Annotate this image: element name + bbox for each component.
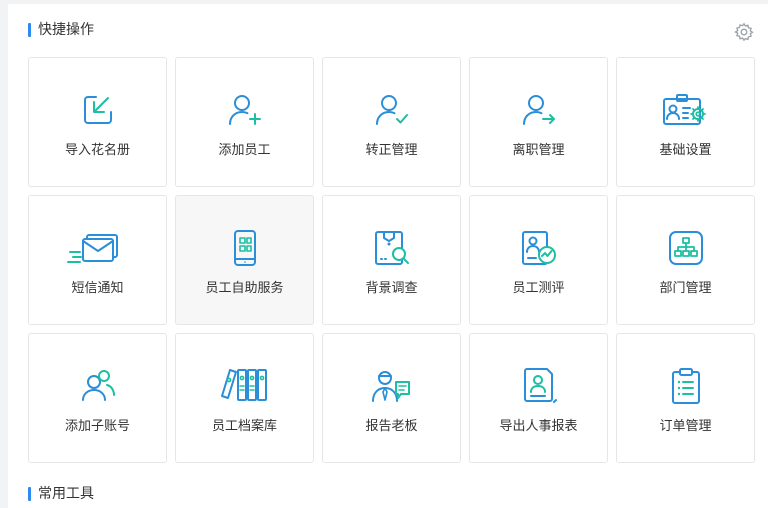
heading-accent-bar: [28, 487, 31, 501]
tile-background-check[interactable]: 背景调查: [322, 195, 461, 325]
import-icon: [78, 90, 118, 130]
tile-order-management[interactable]: 订单管理: [616, 333, 755, 463]
tile-probation-management[interactable]: 转正管理: [322, 57, 461, 187]
tile-basic-settings[interactable]: 基础设置: [616, 57, 755, 187]
tile-import-roster[interactable]: 导入花名册: [28, 57, 167, 187]
tile-label: 导出人事报表: [499, 419, 578, 434]
common-tools-title: 常用工具: [38, 486, 94, 502]
tile-add-sub-account[interactable]: 添加子账号: [28, 333, 167, 463]
sub-account-icon: [78, 366, 118, 406]
tile-label: 基础设置: [659, 143, 712, 158]
tile-report-to-boss[interactable]: 报告老板: [322, 333, 461, 463]
report-boss-icon: [371, 366, 412, 406]
tile-export-hr-report[interactable]: 导出人事报表: [469, 333, 608, 463]
file-search-icon: [372, 228, 412, 268]
tile-label: 离职管理: [512, 143, 565, 158]
org-chart-icon: [666, 228, 706, 268]
tile-employee-evaluation[interactable]: 员工测评: [469, 195, 608, 325]
user-leave-icon: [519, 90, 559, 130]
tile-label: 添加员工: [218, 143, 271, 158]
tile-label: 导入花名册: [64, 143, 130, 158]
quick-actions-grid: 导入花名册 添加员工 转正管理 离职管理 基础设置 短信通知 员工自助服务 背景…: [28, 57, 755, 463]
tile-label: 员工档案库: [211, 419, 277, 434]
tile-label: 员工测评: [512, 281, 565, 296]
user-check-icon: [372, 90, 412, 130]
binders-icon: [220, 366, 267, 406]
tile-label: 订单管理: [659, 419, 712, 434]
tile-employee-archive[interactable]: 员工档案库: [175, 333, 314, 463]
tile-label: 报告老板: [365, 419, 418, 434]
id-card-settings-icon: [662, 90, 706, 130]
quick-actions-title: 快捷操作: [38, 22, 94, 38]
tile-label: 员工自助服务: [205, 281, 284, 296]
export-report-icon: [519, 366, 559, 406]
tile-add-employee[interactable]: 添加员工: [175, 57, 314, 187]
quick-actions-heading: 快捷操作: [28, 22, 94, 38]
add-user-icon: [225, 90, 265, 130]
tile-label: 转正管理: [365, 143, 418, 158]
tile-sms-notification[interactable]: 短信通知: [28, 195, 167, 325]
tile-department-management[interactable]: 部门管理: [616, 195, 755, 325]
tile-label: 部门管理: [659, 281, 712, 296]
heading-accent-bar: [28, 23, 31, 37]
tile-resignation-management[interactable]: 离职管理: [469, 57, 608, 187]
clipboard-list-icon: [666, 366, 706, 406]
common-tools-heading: 常用工具: [28, 486, 94, 502]
evaluation-icon: [519, 228, 559, 268]
quick-actions-panel: 快捷操作 导入花名册 添加员工 转正管理 离职管理 基础设置 短信通知 员工自助…: [8, 4, 768, 508]
gear-icon[interactable]: [734, 22, 754, 42]
tile-label: 短信通知: [71, 281, 124, 296]
tile-employee-self-service[interactable]: 员工自助服务: [175, 195, 314, 325]
mobile-qr-icon: [225, 228, 265, 268]
tile-label: 背景调查: [365, 281, 418, 296]
tile-label: 添加子账号: [64, 419, 130, 434]
sms-envelope-icon: [66, 228, 118, 268]
